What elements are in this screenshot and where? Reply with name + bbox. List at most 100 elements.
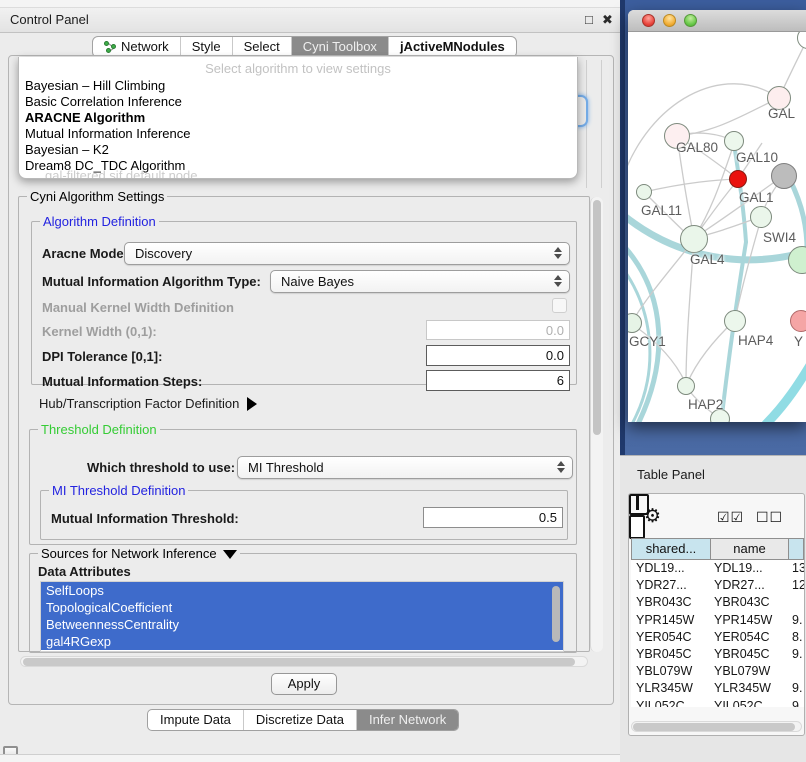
obscured-combobox-text: gal-filtered sif default node [45, 168, 197, 179]
list-scrollbar-thumb[interactable] [552, 586, 560, 642]
dropdown-item[interactable]: Bayesian – K2 [25, 142, 109, 157]
tab-style[interactable]: Style [180, 37, 232, 57]
column-header-partial[interactable] [788, 539, 803, 559]
mi-threshold-definition-title: MI Threshold Definition [49, 483, 188, 498]
kernel-width-field[interactable]: 0.0 [426, 320, 570, 340]
table-row[interactable]: YDR27...YDR27...12 [631, 577, 804, 594]
combo-arrows-icon [554, 275, 562, 287]
settings-group-title: Cyni Algorithm Settings [27, 189, 167, 204]
gear-icon[interactable]: ⚙ [644, 505, 661, 528]
zoom-traffic-light-icon[interactable] [684, 14, 697, 27]
attribute-item[interactable]: TopologicalCoefficient [41, 599, 563, 616]
which-threshold-label: Which threshold to use: [87, 460, 235, 475]
node-label: GAL1 [739, 190, 774, 205]
node-gal4[interactable] [680, 225, 708, 253]
tab-impute-data[interactable]: Impute Data [148, 710, 243, 730]
select-all-checkboxes-icon[interactable]: ☑☑ [717, 509, 744, 526]
table-row[interactable]: YPR145WYPR145W9. [631, 612, 804, 629]
node-label: GCY1 [629, 334, 666, 349]
float-window-icon[interactable]: □ [585, 12, 593, 27]
network-icon [104, 41, 117, 54]
minimize-traffic-light-icon[interactable] [663, 14, 676, 27]
tab-network[interactable]: Network [93, 37, 180, 57]
document-icon[interactable] [629, 515, 645, 539]
data-attributes-list[interactable]: SelfLoops TopologicalCoefficient Between… [40, 581, 564, 652]
data-attributes-label: Data Attributes [38, 564, 131, 579]
attribute-item[interactable]: SelfLoops [41, 582, 563, 599]
table-horizontal-scrollbar[interactable] [631, 721, 802, 732]
hidden-groupbox-edge-2 [601, 60, 602, 188]
network-view-window[interactable]: GAL GAL80 GAL10 GAL1 GAL11 SWI4 GAL4 GCY… [628, 10, 806, 422]
node-hap4[interactable] [724, 310, 746, 332]
screen: Control Panel □ ✖ Network Style Select C… [0, 0, 806, 762]
algorithm-dropdown-list: Select algorithm to view settings Bayesi… [18, 57, 578, 179]
node-label: SWI4 [763, 230, 796, 245]
settings-horizontal-scrollbar[interactable] [20, 656, 588, 667]
table-row[interactable]: YBR043CYBR043C [631, 594, 804, 611]
node-label: GAL11 [641, 203, 682, 218]
hub-tf-definition-toggle[interactable]: Hub/Transcription Factor Definition [39, 395, 257, 413]
tab-cyni-toolbox[interactable]: Cyni Toolbox [291, 37, 388, 57]
table-row[interactable]: YBL079WYBL079W [631, 663, 804, 680]
table-row[interactable]: YDL19...YDL19...13 [631, 560, 804, 577]
table-panel-body: ⚙ ☑☑ ☐☐ shared... name YDL19...YDL19...1… [628, 493, 805, 736]
table-panel: Table Panel ⚙ ☑☑ ☐☐ shared... name YDL19… [620, 455, 806, 762]
node-gray[interactable] [771, 163, 797, 189]
apply-button[interactable]: Apply [271, 673, 337, 695]
table-row[interactable]: YLR345WYLR345W9. [631, 680, 804, 697]
sources-title[interactable]: Sources for Network Inference [38, 546, 240, 561]
node-gal11[interactable] [636, 184, 652, 200]
scrollbar-thumb[interactable] [23, 658, 575, 666]
settings-vertical-scrollbar[interactable] [590, 197, 603, 652]
dropdown-item[interactable]: Basic Correlation Inference [25, 94, 182, 109]
node-gal1[interactable] [750, 206, 772, 228]
dropdown-item-selected[interactable]: ARACNE Algorithm [25, 110, 145, 125]
manual-kernel-width-checkbox[interactable] [552, 298, 567, 313]
dpi-tolerance-field[interactable]: 0.0 [426, 345, 570, 366]
table-row-clipped[interactable]: YIL052CYIL052C9 [631, 698, 804, 707]
close-traffic-light-icon[interactable] [642, 14, 655, 27]
mi-steps-label: Mutual Information Steps: [42, 374, 202, 389]
mi-threshold-field[interactable]: 0.5 [423, 507, 563, 528]
scrollbar-thumb[interactable] [633, 723, 795, 731]
threshold-definition-title: Threshold Definition [38, 422, 160, 437]
dropdown-item[interactable]: Bayesian – Hill Climbing [25, 78, 165, 93]
tab-select[interactable]: Select [232, 37, 291, 57]
attribute-item[interactable]: gal4RGexp [41, 633, 563, 650]
table-panel-title: Table Panel [637, 467, 705, 482]
scrollbar-thumb[interactable] [593, 200, 601, 435]
node-label: HAP4 [738, 333, 773, 348]
which-threshold-combo[interactable]: MI Threshold [237, 456, 573, 479]
algorithm-definition-group: Algorithm Definition Aracne Mode: Discov… [31, 221, 577, 385]
node-gal10[interactable] [724, 131, 744, 151]
deselect-all-checkboxes-icon[interactable]: ☐☐ [756, 509, 783, 526]
combo-arrows-icon [554, 247, 562, 259]
mi-steps-field[interactable]: 6 [426, 370, 570, 391]
mi-algorithm-type-combo[interactable]: Naive Bayes [270, 270, 570, 293]
attribute-item[interactable]: BetweennessCentrality [41, 616, 563, 633]
node-salmon[interactable] [790, 310, 806, 332]
node-red-selected[interactable] [729, 170, 747, 188]
close-icon[interactable]: ✖ [602, 12, 613, 28]
combo-arrows-icon [557, 461, 565, 473]
tab-discretize-data[interactable]: Discretize Data [243, 710, 356, 730]
column-header-shared-name[interactable]: shared... [632, 539, 710, 559]
dpi-tolerance-label: DPI Tolerance [0,1]: [42, 349, 162, 364]
table-row[interactable]: YER054CYER054C8. [631, 629, 804, 646]
dropdown-prompt: Select algorithm to view settings [19, 61, 577, 76]
network-window-titlebar[interactable] [628, 10, 806, 32]
network-canvas[interactable]: GAL GAL80 GAL10 GAL1 GAL11 SWI4 GAL4 GCY… [628, 32, 806, 422]
node-hap2[interactable] [677, 377, 695, 395]
collapse-triangle-icon [223, 550, 237, 559]
tab-infer-network[interactable]: Infer Network [356, 710, 458, 730]
aracne-mode-combo[interactable]: Discovery [124, 242, 570, 265]
node-table: shared... name YDL19...YDL19...13 YDR27.… [631, 538, 804, 707]
cyni-mode-tabs: Impute Data Discretize Data Infer Networ… [147, 709, 459, 731]
top-strip [0, 0, 620, 8]
tab-jactivemnodules[interactable]: jActiveMNodules [388, 37, 516, 57]
dropdown-item[interactable]: Mutual Information Inference [25, 126, 190, 141]
desktop-edge [620, 0, 625, 455]
mi-algorithm-type-label: Mutual Information Algorithm Type: [42, 274, 261, 289]
column-header-name[interactable]: name [710, 539, 788, 559]
table-row[interactable]: YBR045CYBR045C9. [631, 646, 804, 663]
